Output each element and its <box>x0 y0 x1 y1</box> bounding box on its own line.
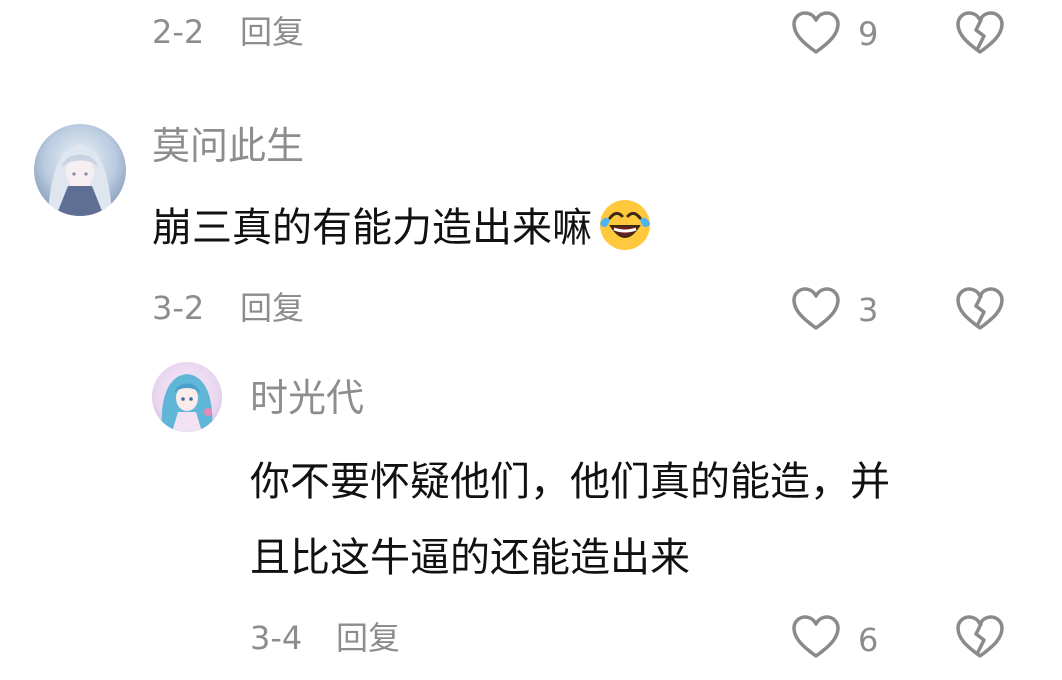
like-count: 9 <box>858 15 879 53</box>
reply-button[interactable]: 回复 <box>240 12 304 52</box>
avatar[interactable] <box>34 124 126 216</box>
comment-text-line-1: 你不要怀疑他们，他们真的能造，并 <box>250 459 890 505</box>
broken-heart-icon[interactable] <box>954 286 1006 332</box>
heart-outline-icon[interactable] <box>790 614 842 660</box>
broken-heart-icon[interactable] <box>954 10 1006 56</box>
like-count: 3 <box>858 291 879 329</box>
username[interactable]: 时光代 <box>250 374 364 422</box>
comment-date: 3-2 <box>152 289 205 327</box>
reply-button[interactable]: 回复 <box>240 288 304 328</box>
avatar[interactable] <box>152 362 222 432</box>
like-count: 6 <box>858 621 879 659</box>
username[interactable]: 莫问此生 <box>152 122 304 170</box>
comment-text: 崩三真的有能力造出来嘛 <box>152 190 654 266</box>
comment-text-content: 崩三真的有能力造出来嘛 <box>152 205 592 251</box>
broken-heart-icon[interactable] <box>954 614 1006 660</box>
laughing-crying-emoji <box>596 196 654 254</box>
comment-text-line-2: 且比这牛逼的还能造出来 <box>250 535 690 581</box>
comment-date: 3-4 <box>250 619 303 657</box>
heart-outline-icon[interactable] <box>790 286 842 332</box>
reply-button[interactable]: 回复 <box>336 618 400 658</box>
heart-outline-icon[interactable] <box>790 10 842 56</box>
comment-date: 2-2 <box>152 13 205 51</box>
